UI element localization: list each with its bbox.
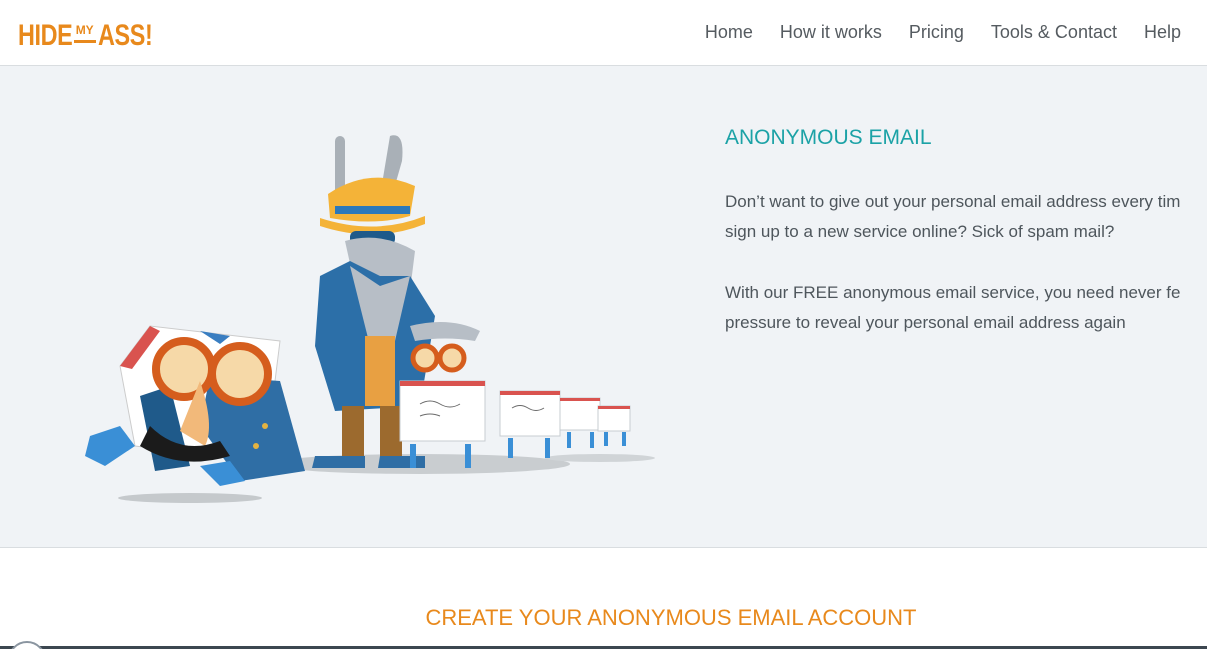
shadow-right — [545, 454, 655, 462]
running-envelope-character — [85, 325, 305, 486]
hero-paragraph-1-line-1: Don’t want to give out your personal ema… — [725, 192, 1181, 211]
corner-circle-icon[interactable] — [8, 641, 46, 649]
nav-how-it-works[interactable]: How it works — [780, 20, 882, 44]
nav-home[interactable]: Home — [705, 20, 753, 44]
anonymous-email-mascot-illustration — [85, 135, 655, 503]
marching-envelope-4 — [597, 405, 631, 446]
hero-paragraph-2-line-1: With our FREE anonymous email service, y… — [725, 283, 1181, 302]
hero-paragraph-1-line-2: sign up to a new service online? Sick of… — [725, 222, 1115, 241]
nav-help[interactable]: Help — [1144, 20, 1181, 44]
logo-text-ass: ASS! — [97, 19, 153, 52]
create-account-title: CREATE YOUR ANONYMOUS EMAIL ACCOUNT — [425, 605, 917, 630]
hero-paragraph-2-line-2: pressure to reveal your personal email a… — [725, 313, 1126, 332]
nav-tools-contact[interactable]: Tools & Contact — [991, 20, 1117, 44]
page: HIDE MY ASS! Home How it works Pricing T… — [0, 0, 1207, 649]
marching-envelope-2 — [499, 390, 561, 458]
hero-title: ANONYMOUS EMAIL — [725, 126, 932, 149]
logo-text-hide: HIDE — [18, 19, 73, 52]
site-header: HIDE MY ASS! Home How it works Pricing T… — [0, 0, 1207, 66]
logo-underline — [73, 40, 96, 43]
logo-my-block: MY — [73, 20, 96, 52]
main-nav: Home How it works Pricing Tools & Contac… — [678, 20, 1181, 44]
site-logo[interactable]: HIDE MY ASS! — [18, 14, 167, 52]
nav-pricing[interactable]: Pricing — [909, 20, 964, 44]
shadow-left — [118, 493, 262, 503]
marching-envelope-3 — [559, 397, 601, 448]
logo-text-my: MY — [75, 23, 94, 37]
hero-paragraph-1: Don’t want to give out your personal ema… — [725, 187, 1207, 247]
hero-section: ANONYMOUS EMAIL Don’t want to give out y… — [0, 66, 1207, 548]
hero-paragraph-2: With our FREE anonymous email service, y… — [725, 278, 1207, 338]
